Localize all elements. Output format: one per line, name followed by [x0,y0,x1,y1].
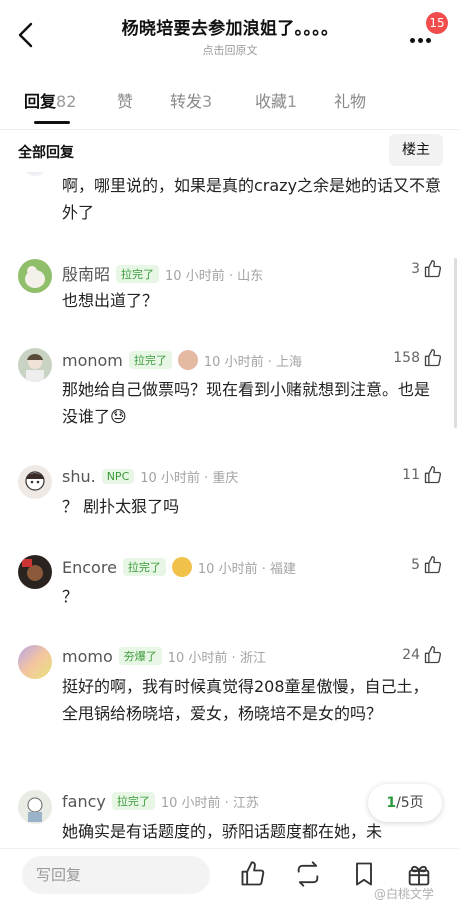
level-tag: NPC [101,469,135,484]
thumbs-up-icon [424,349,442,367]
comment-header: Encore 拉完了 10 小时前 · 福建 [62,557,296,577]
avatar [22,172,48,176]
level-tag: 拉完了 [128,351,172,369]
gift-icon[interactable] [405,860,433,888]
username[interactable]: 殷南昭 [62,265,110,284]
tab-favorites[interactable]: 收藏1 [255,88,297,112]
thumbs-up-icon [424,260,442,278]
comment-header: fancy 拉完了 10 小时前 · 江苏 [62,792,259,811]
notification-badge: 15 [426,12,448,34]
bottom-bar: 写回复 @白桃文学 [0,848,459,910]
top-bar: 杨晓培要去参加浪姐了。。。。 点击回原文 15 [0,0,459,70]
timestamp-location: 10 小时前 · 福建 [197,562,296,577]
comment-header: shu. NPC 10 小时前 · 重庆 [62,467,238,486]
comment-header: momo 夯爆了 10 小时前 · 浙江 [62,647,266,666]
back-to-original-link[interactable]: 点击回原文 [70,42,390,58]
all-replies-filter[interactable]: 全部回复 [18,142,74,162]
level-tag: 拉完了 [122,558,166,576]
username[interactable]: fancy [62,792,106,811]
comment-text: 她确实是有话题度的，骄阳话题度都在她，未 [62,822,383,841]
timestamp-location: 10 小时前 · 山东 [165,269,264,284]
timestamp-location: 10 小时前 · 江苏 [160,796,259,811]
tab-replies[interactable]: 回复82 [24,88,76,112]
like-count: 11 [402,467,420,483]
comment-text: ？ 剧扑太狠了吗 [62,497,180,516]
thumbs-up-icon [424,646,442,664]
like-button[interactable]: 5 [411,555,443,575]
tab-bar: 回复82 赞 转发3 收藏1 礼物 [0,80,459,128]
active-tab-indicator [34,121,70,124]
reply-input[interactable]: 写回复 [22,856,210,894]
avatar[interactable] [18,259,52,293]
like-count: 24 [402,647,420,663]
level-tag: 夯爆了 [118,647,162,665]
comment-list[interactable]: 啊，哪里说的，如果是真的crazy之余是她的话又不意外了 殷南昭 拉完了 10 小时… [0,172,459,848]
tab-reposts[interactable]: 转发3 [170,88,212,112]
tab-gifts[interactable]: 礼物 [334,88,366,112]
timestamp-location: 10 小时前 · 上海 [203,355,302,370]
total-pages: /5页 [396,795,424,811]
like-button[interactable]: 11 [402,465,443,485]
like-count: 158 [393,350,420,366]
scrollbar[interactable] [454,258,457,428]
avatar[interactable] [18,465,52,499]
like-count: 5 [411,557,420,573]
like-button[interactable]: 3 [411,259,443,279]
watermark: @白桃文学 [374,887,435,901]
bookmark-icon[interactable] [350,860,378,888]
avatar[interactable] [18,790,52,824]
comment-text: ？ [62,587,79,606]
comment-header: monom 拉完了 10 小时前 · 上海 [62,350,302,370]
comment-header: 殷南昭 拉完了 10 小时前 · 山东 [62,261,263,285]
timestamp-location: 10 小时前 · 重庆 [140,471,239,486]
like-button[interactable]: 158 [393,348,443,368]
like-button[interactable]: 24 [402,645,443,665]
back-arrow-icon[interactable] [14,20,38,50]
comment-text: 那她给自己做票吗？现在看到小赌就想到注意。也是没谁了😓 [62,380,431,426]
like-count: 3 [411,261,420,277]
fan-badge-icon [177,350,198,370]
avatar[interactable] [18,555,52,589]
divider [0,129,459,130]
level-tag: 拉完了 [111,792,155,810]
level-tag: 拉完了 [116,265,160,283]
fan-badge-icon [171,557,192,577]
avatar[interactable] [18,645,52,679]
username[interactable]: Encore [62,558,117,577]
like-icon[interactable] [239,860,267,888]
post-title: 杨晓培要去参加浪姐了。。。。 [121,19,339,39]
page-indicator[interactable]: 1/5页 [368,784,442,822]
tab-likes[interactable]: 赞 [117,88,133,112]
avatar[interactable] [18,348,52,382]
current-page: 1 [386,795,397,811]
owner-only-button[interactable]: 楼主 [389,134,443,166]
username[interactable]: monom [62,351,123,370]
comment-text: 啊，哪里说的，如果是真的crazy之余是她的话又不意外了 [62,176,442,222]
repost-icon[interactable] [294,860,322,888]
username[interactable]: momo [62,647,113,666]
thumbs-up-icon [424,556,442,574]
thumbs-up-icon [424,466,442,484]
comment-text: 挺好的啊，我有时候真觉得208童星傲慢，自己土，全甩锅给杨晓培，爱女，杨晓培不是… [62,677,429,723]
timestamp-location: 10 小时前 · 浙江 [167,651,266,666]
username[interactable]: shu. [62,467,96,486]
comment-text: 也想出道了？ [62,291,159,310]
title-block[interactable]: 杨晓培要去参加浪姐了。。。。 点击回原文 [70,14,390,58]
